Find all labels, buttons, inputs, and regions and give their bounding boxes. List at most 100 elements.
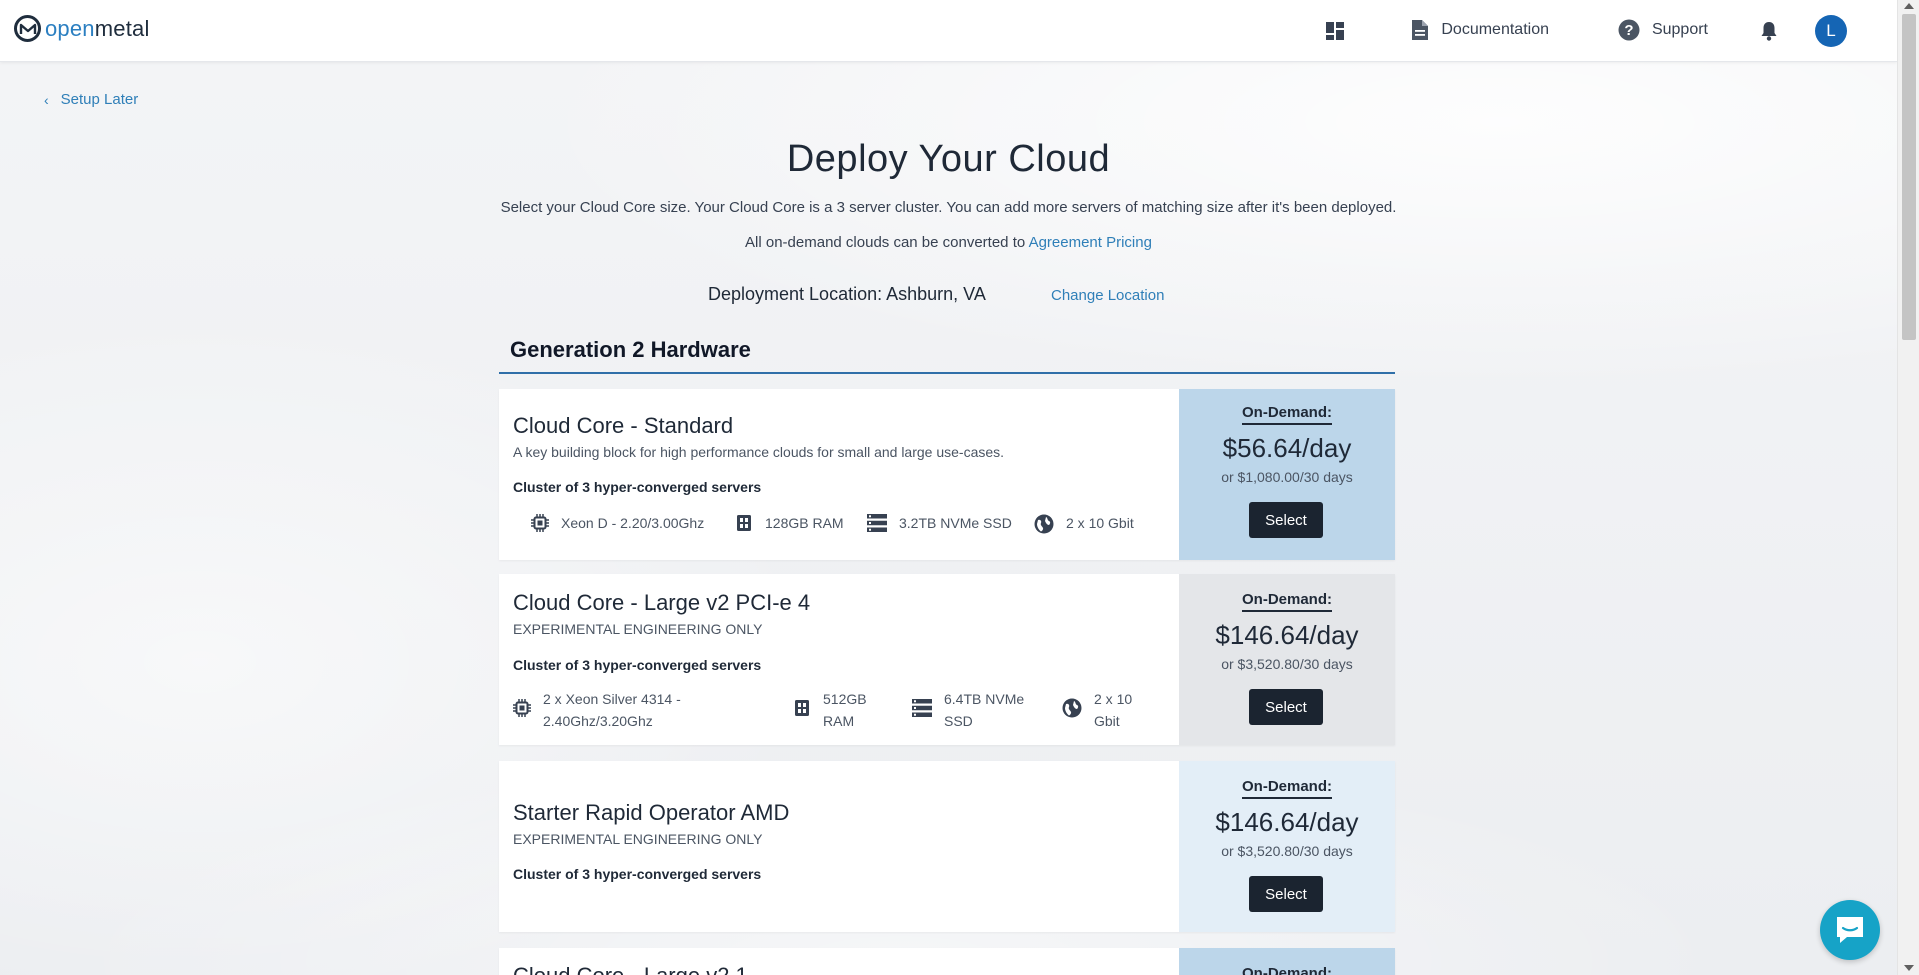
plan-cluster: Cluster of 3 hyper-converged servers	[513, 479, 762, 495]
plan-pricing-panel: On-Demand: $146.64/day or $3,520.80/30 d…	[1179, 574, 1395, 745]
memory-chip-icon	[737, 515, 751, 531]
plan-pricing-panel: On-Demand: $56.64/day or $1,080.00/30 da…	[1179, 389, 1395, 560]
nav-support[interactable]: ? Support	[1618, 19, 1708, 41]
user-avatar[interactable]: L	[1815, 15, 1847, 47]
logo-wordmark: openmetal	[45, 16, 150, 42]
openmetal-logo-icon	[14, 15, 41, 42]
on-demand-label: On-Demand:	[1179, 404, 1395, 425]
scroll-up-arrow-icon[interactable]	[1904, 3, 1914, 9]
plan-description: EXPERIMENTAL ENGINEERING ONLY	[513, 831, 763, 847]
plan-cluster: Cluster of 3 hyper-converged servers	[513, 866, 762, 882]
scroll-down-arrow-icon[interactable]	[1904, 965, 1914, 971]
chat-widget-button[interactable]	[1820, 900, 1880, 960]
agreement-pricing-prefix: All on-demand clouds can be converted to	[745, 234, 1026, 251]
deployment-location: Deployment Location: Ashburn, VA	[708, 284, 986, 304]
spec-cpu: 2 x Xeon Silver 4314 - 2.40Ghz/3.20Ghz	[513, 688, 681, 732]
spec-network-line-2: Gbit	[1094, 713, 1120, 729]
plan-details: Starter Rapid Operator AMD EXPERIMENTAL …	[499, 761, 1179, 932]
plan-cluster: Cluster of 3 hyper-converged servers	[513, 657, 762, 673]
top-header: openmetal Documentation ? Support L	[0, 0, 1897, 62]
spec-cpu-line-1: 2 x Xeon Silver 4314 -	[543, 691, 681, 707]
on-demand-label-text: On-Demand:	[1242, 965, 1332, 975]
spec-network-text: 2 x 10 Gbit	[1094, 688, 1132, 732]
setup-later-label: Setup Later	[60, 91, 139, 108]
document-icon	[1412, 20, 1429, 40]
plan-name: Cloud Core - Standard	[513, 413, 734, 438]
globe-icon	[1062, 698, 1082, 718]
on-demand-label: On-Demand:	[1179, 591, 1395, 612]
agreement-pricing-link[interactable]: Agreement Pricing	[1029, 234, 1152, 251]
spec-ram: 128GB RAM	[735, 512, 844, 534]
setup-later-link[interactable]: ‹ Setup Later	[44, 91, 138, 108]
plan-card: Cloud Core - Large v2.1 On-Demand:	[499, 948, 1395, 975]
cpu-chip-icon	[513, 699, 531, 717]
dashboard-grid-icon[interactable]	[1322, 18, 1348, 44]
logo-word-metal: metal	[94, 15, 150, 41]
page-subtitle: Select your Cloud Core size. Your Cloud …	[500, 199, 1397, 216]
select-plan-button[interactable]: Select	[1249, 689, 1323, 725]
on-demand-label-text: On-Demand:	[1242, 778, 1332, 799]
spec-ram-text: 512GB RAM	[823, 688, 867, 732]
openmetal-logo[interactable]: openmetal	[14, 15, 150, 42]
price-per-30-days: or $1,080.00/30 days	[1221, 469, 1353, 485]
plan-card: Cloud Core - Large v2 PCI-e 4 EXPERIMENT…	[499, 574, 1395, 745]
nav-documentation[interactable]: Documentation	[1411, 19, 1549, 41]
spec-network: 2 x 10 Gbit	[1034, 512, 1134, 534]
storage-stack-icon	[867, 514, 887, 532]
cpu-chip-icon	[531, 514, 549, 532]
plan-pricing-panel: On-Demand:	[1179, 948, 1395, 975]
help-circle-icon: ?	[1618, 19, 1640, 41]
plan-details: Cloud Core - Standard A key building blo…	[499, 389, 1179, 560]
plan-description: EXPERIMENTAL ENGINEERING ONLY	[513, 621, 763, 637]
storage-stack-icon	[912, 699, 932, 717]
plan-details: Cloud Core - Large v2.1	[499, 948, 1179, 975]
price-per-30-days: or $3,520.80/30 days	[1221, 843, 1353, 859]
scroll-thumb[interactable]	[1902, 14, 1916, 340]
spec-storage-line-2: SSD	[944, 713, 973, 729]
chat-bubble-icon	[1837, 917, 1863, 943]
spec-cpu-text: 2 x Xeon Silver 4314 - 2.40Ghz/3.20Ghz	[543, 688, 681, 732]
plan-card: Starter Rapid Operator AMD EXPERIMENTAL …	[499, 761, 1395, 932]
spec-storage-text: 3.2TB NVMe SSD	[899, 515, 1012, 531]
spec-cpu-text: Xeon D - 2.20/3.00Ghz	[561, 515, 705, 531]
plan-pricing-panel: On-Demand: $146.64/day or $3,520.80/30 d…	[1179, 761, 1395, 932]
plan-name: Cloud Core - Large v2.1	[513, 963, 748, 975]
on-demand-label: On-Demand:	[1179, 965, 1395, 975]
spec-cpu-line-2: 2.40Ghz/3.20Ghz	[543, 713, 653, 729]
plan-card: Cloud Core - Standard A key building blo…	[499, 389, 1395, 560]
select-plan-button[interactable]: Select	[1249, 502, 1323, 538]
section-title: Generation 2 Hardware	[510, 337, 751, 362]
nav-documentation-label: Documentation	[1441, 21, 1549, 38]
spec-storage: 6.4TB NVMe SSD	[912, 688, 1024, 732]
spec-ram-line-2: RAM	[823, 713, 855, 729]
section-header: Generation 2 Hardware	[499, 329, 1395, 374]
spec-ram: 512GB RAM	[793, 688, 867, 732]
logo-word-open: open	[45, 15, 95, 41]
spec-network-text: 2 x 10 Gbit	[1066, 515, 1134, 531]
chevron-left-icon: ‹	[44, 91, 49, 108]
agreement-pricing-line: All on-demand clouds can be converted to…	[0, 234, 1897, 251]
price-per-day: $56.64/day	[1222, 433, 1352, 463]
memory-chip-icon	[795, 700, 809, 716]
on-demand-label: On-Demand:	[1179, 778, 1395, 799]
globe-icon	[1034, 514, 1054, 534]
nav-support-label: Support	[1651, 21, 1708, 38]
plan-details: Cloud Core - Large v2 PCI-e 4 EXPERIMENT…	[499, 574, 1179, 745]
change-location-link[interactable]: Change Location	[1051, 287, 1164, 304]
plan-name: Starter Rapid Operator AMD	[513, 800, 790, 825]
spec-ram-line-1: 512GB	[823, 691, 867, 707]
plan-name: Cloud Core - Large v2 PCI-e 4	[513, 590, 811, 615]
svg-text:?: ?	[1624, 22, 1633, 39]
spec-network: 2 x 10 Gbit	[1062, 688, 1132, 732]
notifications-bell-icon[interactable]	[1756, 18, 1782, 44]
spec-storage-line-1: 6.4TB NVMe	[944, 691, 1025, 707]
price-per-day: $146.64/day	[1215, 620, 1359, 650]
price-per-day: $146.64/day	[1215, 807, 1359, 837]
spec-cpu: Xeon D - 2.20/3.00Ghz	[531, 512, 704, 534]
page-scrollbar[interactable]	[1897, 0, 1919, 975]
spec-ram-text: 128GB RAM	[765, 515, 844, 531]
on-demand-label-text: On-Demand:	[1242, 404, 1332, 425]
spec-network-line-1: 2 x 10	[1094, 691, 1133, 707]
select-plan-button[interactable]: Select	[1249, 876, 1323, 912]
plan-description: A key building block for high performanc…	[513, 444, 1005, 460]
